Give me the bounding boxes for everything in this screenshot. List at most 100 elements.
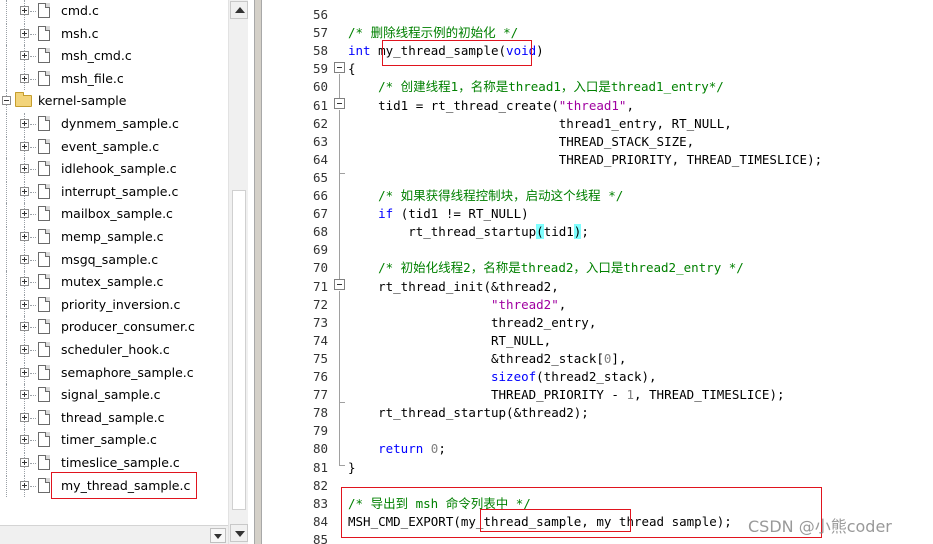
scroll-up-button[interactable] [230, 1, 248, 19]
tree-item-label: mutex_sample.c [61, 274, 164, 290]
tree-file-item[interactable]: mutex_sample.c [0, 271, 228, 294]
code-line[interactable]: &thread2_stack[0], [348, 350, 626, 368]
expand-icon[interactable] [20, 232, 29, 241]
code-line[interactable]: } [348, 459, 356, 477]
fold-collapse-icon[interactable] [334, 98, 345, 109]
expand-icon[interactable] [20, 277, 29, 287]
tree-file-item[interactable]: event_sample.c [0, 135, 228, 158]
code-line[interactable]: rt_thread_startup(tid1); [348, 223, 589, 241]
tree-file-item[interactable]: signal_sample.c [0, 384, 228, 407]
tree-folder-4[interactable]: kernel-sample [0, 90, 228, 113]
expand-icon[interactable] [20, 119, 29, 128]
code-line[interactable]: "thread2", [348, 296, 566, 314]
expand-icon[interactable] [20, 73, 29, 83]
tree-guide-line [6, 429, 7, 452]
expand-icon[interactable] [20, 51, 29, 61]
tree-guide-line [30, 11, 36, 12]
code-line[interactable]: rt_thread_startup(&thread2); [348, 404, 589, 422]
scroll-down-button[interactable] [230, 524, 248, 542]
fold-line [339, 402, 340, 465]
tree-file-item[interactable]: msh_file.c [0, 67, 228, 90]
expand-icon[interactable] [20, 458, 29, 467]
file-icon [38, 274, 50, 290]
line-number: 61 [312, 97, 328, 113]
tree-file-item[interactable]: mailbox_sample.c [0, 203, 228, 226]
expand-icon[interactable] [20, 345, 29, 354]
collapse-icon[interactable] [2, 96, 11, 106]
code-line[interactable]: thread2_entry, [348, 314, 596, 332]
tree-file-item[interactable]: msh_cmd.c [0, 45, 228, 68]
fold-collapse-icon[interactable] [334, 62, 345, 73]
tree-vertical-scrollbar[interactable] [228, 0, 248, 544]
tree-file-item[interactable]: timer_sample.c [0, 429, 228, 452]
line-number: 60 [312, 79, 328, 95]
code-line[interactable]: thread1_entry, RT_NULL, [348, 115, 732, 133]
highlight-box-function-name [382, 40, 532, 66]
code-line[interactable]: sizeof(thread2_stack), [348, 368, 657, 386]
code-line[interactable]: { [348, 60, 356, 78]
tree-file-item[interactable]: interrupt_sample.c [0, 180, 228, 203]
expand-icon[interactable] [20, 435, 29, 445]
tree-file-item[interactable]: msgq_sample.c [0, 248, 228, 271]
tree-item-label: event_sample.c [61, 138, 160, 154]
tree-guide-line [6, 135, 7, 158]
tree-file-item[interactable]: idlehook_sample.c [0, 158, 228, 181]
code-line[interactable]: /* 初始化线程2，名称是thread2，入口是thread2_entry */ [348, 259, 744, 277]
tree-file-item[interactable]: semaphore_sample.c [0, 361, 228, 384]
fold-margin [332, 0, 346, 544]
tree-guide-line [6, 0, 7, 22]
fold-collapse-icon[interactable] [334, 279, 345, 290]
scrollbar-thumb[interactable] [232, 190, 246, 510]
project-tree-panel: cmd.c msh.c msh_cmd.c msh_file.c kernel-samp… [0, 0, 254, 544]
file-icon [38, 138, 50, 154]
expand-icon[interactable] [20, 164, 29, 174]
code-editor[interactable]: 56 57 58 59 60 61 62 63 64 65 66 67 68 69 70 71 72 73 74 75… [262, 0, 933, 544]
panel-splitter[interactable] [254, 0, 262, 544]
scrollbar-track[interactable] [230, 20, 248, 524]
code-line[interactable]: rt_thread_init(&thread2, [348, 278, 559, 296]
tree-guide-line [6, 248, 7, 271]
expand-icon[interactable] [20, 480, 29, 490]
expand-icon[interactable] [20, 299, 29, 309]
code-line[interactable]: THREAD_STACK_SIZE, [348, 133, 694, 151]
tree-guide-line [6, 67, 7, 90]
tree-guide-line [30, 350, 36, 351]
tree-guide-line [6, 384, 7, 407]
tree-item-label: mailbox_sample.c [61, 206, 173, 222]
tree-file-item[interactable]: thread_sample.c [0, 406, 228, 429]
code-line[interactable]: return 0; [348, 440, 446, 458]
expand-icon[interactable] [20, 186, 29, 196]
tree-file-item[interactable]: dynmem_sample.c [0, 113, 228, 135]
expand-icon[interactable] [20, 141, 29, 151]
tree-guide-line [6, 180, 7, 203]
code-line[interactable]: /* 如果获得线程控制块，启动这个线程 */ [348, 187, 623, 205]
tree-file-item[interactable]: priority_inversion.c [0, 293, 228, 316]
expand-icon[interactable] [20, 390, 29, 400]
expand-icon[interactable] [20, 254, 29, 264]
code-line[interactable]: RT_NULL, [348, 332, 551, 350]
expand-icon[interactable] [20, 6, 29, 15]
tree-file-item[interactable]: memp_sample.c [0, 226, 228, 248]
tree-file-item[interactable]: timeslice_sample.c [0, 452, 228, 474]
tree-file-item[interactable]: producer_consumer.c [0, 316, 228, 339]
code-line[interactable]: /* 创建线程1，名称是thread1，入口是thread1_entry*/ [348, 78, 724, 96]
tree-item-label: memp_sample.c [61, 229, 164, 244]
line-number: 83 [312, 495, 328, 511]
code-line[interactable]: THREAD_PRIORITY - 1, THREAD_TIMESLICE); [348, 386, 785, 404]
tree-file-item[interactable]: scheduler_hook.c [0, 339, 228, 361]
expand-icon[interactable] [20, 322, 29, 332]
code-line[interactable]: tid1 = rt_thread_create("thread1", [348, 97, 634, 115]
tree-file-item[interactable]: msh.c [0, 22, 228, 45]
tree-item-label: msh_cmd.c [61, 48, 132, 64]
code-line[interactable]: if (tid1 != RT_NULL) [348, 205, 529, 223]
tree-file-item[interactable]: cmd.c [0, 0, 228, 22]
expand-icon[interactable] [20, 209, 29, 219]
tree-dropdown-button[interactable] [210, 528, 226, 543]
expand-icon[interactable] [20, 412, 29, 422]
expand-icon[interactable] [20, 367, 29, 377]
file-icon [38, 364, 50, 380]
code-line[interactable]: THREAD_PRIORITY, THREAD_TIMESLICE); [348, 151, 822, 169]
file-icon [38, 3, 50, 18]
code-text-area[interactable]: /* 删除线程示例的初始化 */int my_thread_sample(voi… [348, 0, 933, 544]
expand-icon[interactable] [20, 28, 29, 38]
